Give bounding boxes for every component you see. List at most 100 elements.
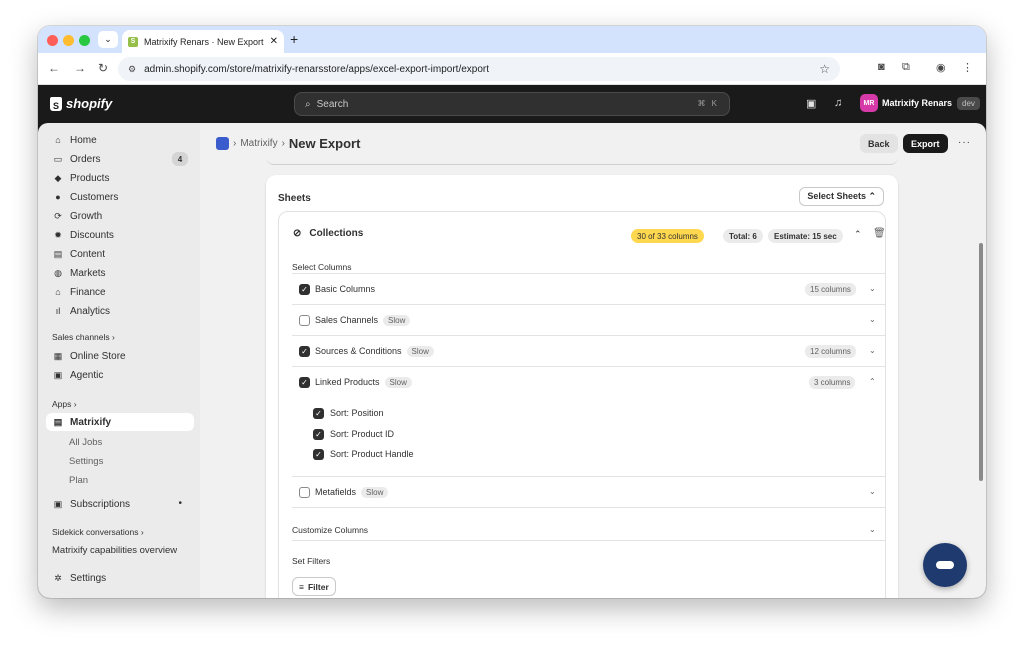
chevron-down-icon[interactable]: ⌄ — [869, 346, 876, 355]
sidekick-heading[interactable]: Sidekick conversations › — [52, 527, 144, 537]
sidebar-item-customers[interactable]: ● Customers — [46, 188, 194, 206]
tab-strip: ⌄ S Matrixify Renars · New Export ✕ + — [38, 26, 986, 53]
chart-icon: ıl — [55, 306, 61, 316]
back-button[interactable]: Back — [860, 134, 898, 153]
column-group-name: Sales Channels — [315, 315, 379, 325]
export-button[interactable]: Export — [903, 134, 948, 153]
sidebar-item-label: Analytics — [70, 305, 111, 317]
customize-columns-row[interactable]: Customize Columns ⌄ — [292, 507, 885, 540]
new-tab-button[interactable]: + — [290, 31, 298, 47]
chat-support-button[interactable] — [923, 543, 967, 587]
column-group-label: Metafields Slow — [315, 487, 389, 498]
basic-columns-checkbox[interactable]: ✓ — [299, 284, 310, 295]
column-group-metafields[interactable]: Metafields Slow ⌄ — [292, 476, 885, 507]
chevron-down-icon[interactable]: ⌄ — [869, 315, 876, 324]
forward-arrow-icon[interactable]: → — [74, 61, 86, 75]
search-input[interactable]: ⌕ Search ⌘ K — [294, 92, 730, 116]
tab-search-icon[interactable]: ⌄ — [98, 31, 118, 48]
column-group-sources-conditions[interactable]: ✓ Sources & Conditions Slow 12 columns ⌄ — [292, 335, 885, 366]
reload-icon[interactable]: ↻ — [98, 61, 108, 75]
sidebar-item-online-store[interactable]: ▦ Online Store — [46, 347, 194, 365]
metafields-checkbox[interactable] — [299, 487, 310, 498]
maximize-window-button[interactable] — [79, 35, 90, 46]
apps-heading[interactable]: Apps › — [52, 399, 77, 409]
close-window-button[interactable] — [47, 35, 58, 46]
browser-tab[interactable]: S Matrixify Renars · New Export ✕ — [122, 30, 284, 53]
sidebar-sub-settings[interactable]: Settings — [69, 456, 103, 467]
column-count-pill: 12 columns — [805, 345, 856, 358]
chevron-up-icon[interactable]: ⌃ — [869, 377, 876, 386]
sidebar-item-label: Settings — [70, 572, 107, 584]
sidebar-item-matrixify[interactable]: ▤ Matrixify — [46, 413, 194, 431]
chevron-down-icon[interactable]: ⌄ — [869, 284, 876, 293]
sidebar: ⌂ Home ▭ Orders 4 ◆ Products ● Customers ⟳ Gro… — [38, 123, 200, 598]
sheets-title: Sheets — [278, 193, 311, 204]
breadcrumb: › Matrixify › New Export — [216, 136, 360, 151]
sidebar-item-home[interactable]: ⌂ Home — [46, 131, 194, 149]
sidebar-item-label: Customers — [70, 191, 119, 203]
select-sheets-button[interactable]: Select Sheets ⌃ — [799, 187, 884, 206]
browser-menu-icon[interactable]: ⋮ — [962, 61, 973, 74]
home-icon: ⌂ — [55, 135, 61, 145]
column-group-name: Sources & Conditions — [315, 346, 402, 356]
slow-badge: Slow — [361, 487, 389, 498]
site-settings-icon[interactable]: ⚙ — [128, 64, 136, 75]
delete-sheet-icon[interactable]: 🗑 — [873, 228, 886, 239]
bookmark-star-icon[interactable]: ☆ — [819, 62, 830, 76]
linked-sub-sort-position[interactable]: ✓ Sort: Position — [313, 406, 384, 420]
sidebar-item-analytics[interactable]: ıl Analytics — [46, 302, 194, 320]
sources-conditions-checkbox[interactable]: ✓ — [299, 346, 310, 357]
sidebar-item-finance[interactable]: ⌂ Finance — [46, 283, 194, 301]
linked-products-checkbox[interactable]: ✓ — [299, 377, 310, 388]
url-domain: admin.shopify.com — [144, 63, 227, 75]
chevron-down-icon[interactable]: ⌄ — [869, 487, 876, 496]
sidebar-item-label: Finance — [70, 286, 106, 298]
sidebar-item-orders[interactable]: ▭ Orders 4 — [46, 150, 194, 168]
column-group-sales-channels[interactable]: Sales Channels Slow ⌄ — [292, 304, 885, 335]
collapse-chevron-up-icon[interactable]: ⌃ — [854, 229, 862, 240]
column-group-linked-products[interactable]: ✓ Linked Products Slow 3 columns ⌃ — [292, 366, 885, 397]
sidekick-conversation-item[interactable]: Matrixify capabilities overview — [52, 545, 177, 556]
total-badge: Total: 6 — [723, 229, 763, 243]
set-filters-row: Set Filters — [292, 540, 885, 571]
sidebar-item-discounts[interactable]: ✹ Discounts — [46, 226, 194, 244]
shopify-logo[interactable]: S shopify — [50, 96, 112, 111]
breadcrumb-app[interactable]: Matrixify — [240, 138, 277, 149]
tab-close-icon[interactable]: ✕ — [270, 36, 278, 47]
sidebar-item-content[interactable]: ▤ Content — [46, 245, 194, 263]
matrixify-app-icon[interactable] — [216, 137, 229, 150]
minimize-window-button[interactable] — [63, 35, 74, 46]
column-group-basic[interactable]: ✓ Basic Columns 15 columns ⌄ — [292, 273, 885, 304]
sort-product-handle-checkbox[interactable]: ✓ — [313, 448, 324, 460]
sidebar-sub-all-jobs[interactable]: All Jobs — [69, 437, 102, 448]
sidebar-item-markets[interactable]: ◍ Markets — [46, 264, 194, 282]
page-scrollbar[interactable] — [979, 243, 983, 481]
sidekick-icon[interactable]: ▣ — [806, 97, 816, 110]
sidebar-item-products[interactable]: ◆ Products — [46, 169, 194, 187]
orders-icon: ▭ — [53, 153, 63, 164]
sort-product-id-checkbox[interactable]: ✓ — [313, 428, 324, 440]
bell-icon[interactable]: ♫ — [834, 97, 842, 109]
sidebar-item-growth[interactable]: ⟳ Growth — [46, 207, 194, 225]
tab-title: Matrixify Renars · New Export — [144, 36, 264, 47]
sales-channels-checkbox[interactable] — [299, 315, 310, 326]
sidebar-item-settings[interactable]: ✲ Settings — [46, 569, 194, 587]
back-arrow-icon[interactable]: ← — [48, 61, 60, 75]
filter-button[interactable]: ≡ Filter — [292, 577, 336, 596]
camera-icon[interactable]: ◙ — [878, 61, 885, 73]
more-actions-button[interactable]: ··· — [958, 137, 971, 148]
linked-sub-sort-product-id[interactable]: ✓ Sort: Product ID — [313, 427, 394, 441]
profile-icon[interactable]: ◉ — [936, 61, 946, 74]
extensions-icon[interactable]: ⧉ — [902, 61, 910, 74]
address-bar[interactable]: ⚙ admin.shopify.com/store/matrixify-rena… — [118, 57, 840, 81]
breadcrumb-sep: › — [233, 138, 237, 149]
sidebar-sub-plan[interactable]: Plan — [69, 475, 88, 486]
sub-option-label: Sort: Product Handle — [330, 449, 414, 459]
linked-sub-sort-product-handle[interactable]: ✓ Sort: Product Handle — [313, 447, 414, 461]
account-menu[interactable]: MR Matrixify Renars dev — [860, 94, 980, 112]
sort-position-checkbox[interactable]: ✓ — [313, 407, 324, 419]
sidebar-item-subscriptions[interactable]: ▣ Subscriptions • — [46, 495, 194, 513]
sales-channels-heading[interactable]: Sales channels › — [52, 332, 115, 342]
chevron-down-icon[interactable]: ⌄ — [869, 525, 876, 534]
sidebar-item-agentic[interactable]: ▣ Agentic — [46, 366, 194, 384]
